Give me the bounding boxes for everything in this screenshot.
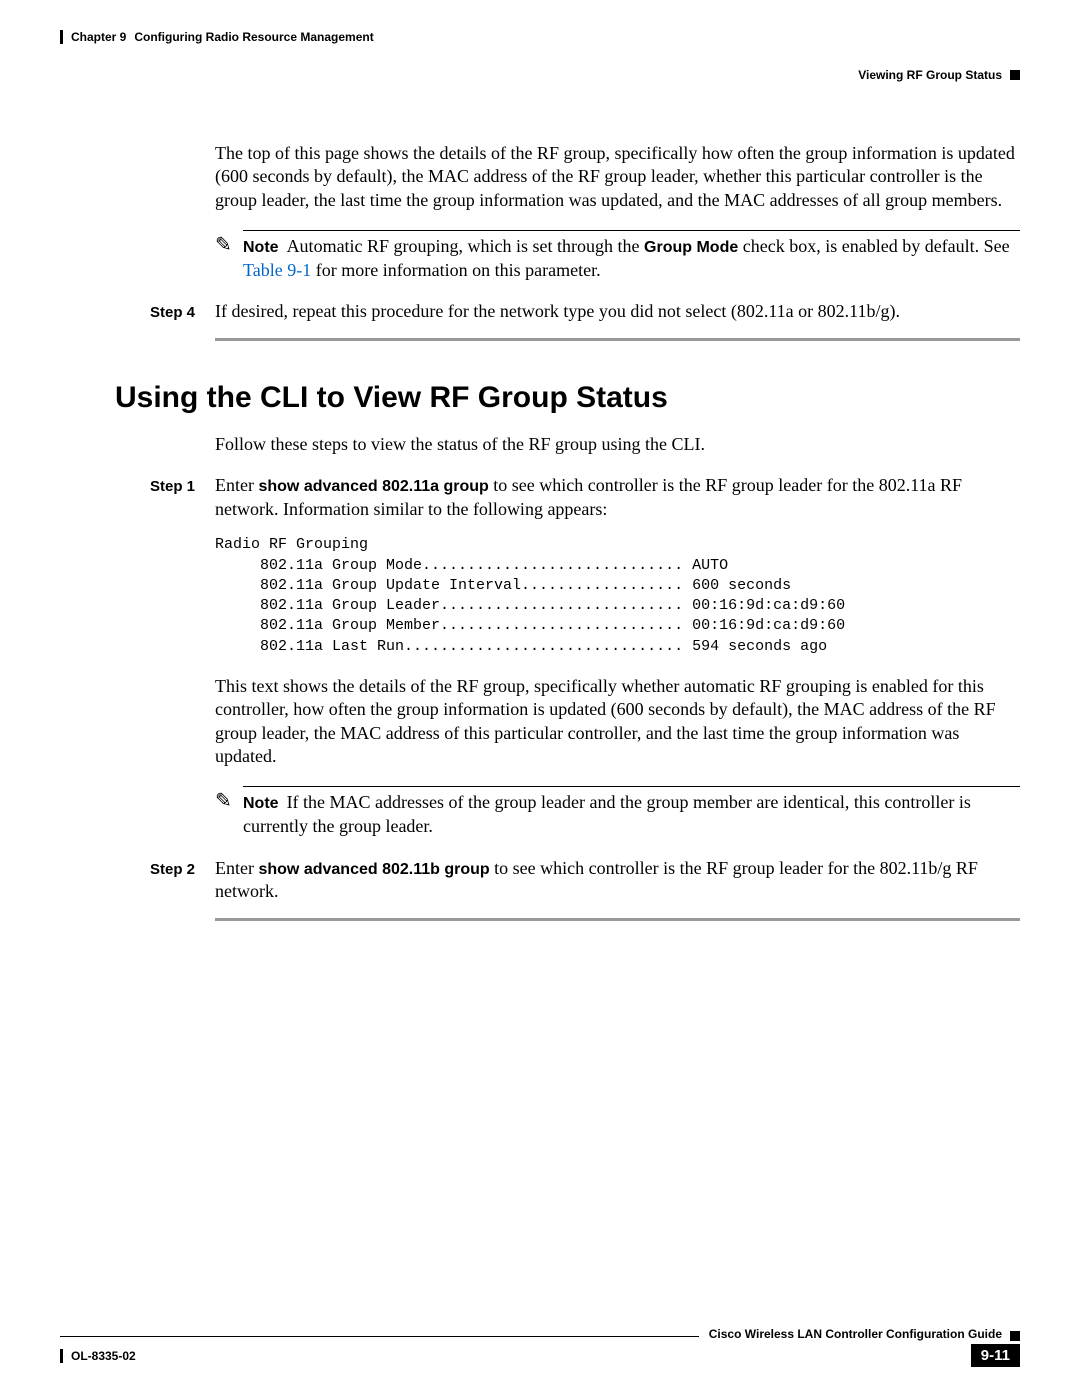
step-1-row: Step 1 Enter show advanced 802.11a group…: [150, 474, 1020, 521]
header-left: Chapter 9 Configuring Radio Resource Man…: [60, 30, 374, 44]
note-pencil-icon: ✎: [215, 786, 243, 813]
running-header: Chapter 9 Configuring Radio Resource Man…: [60, 30, 1020, 82]
running-footer: Cisco Wireless LAN Controller Configurat…: [60, 1327, 1020, 1367]
note-block-1: ✎ Note Automatic RF grouping, which is se…: [215, 230, 1020, 282]
step-2-row: Step 2 Enter show advanced 802.11b group…: [150, 857, 1020, 904]
step1-bold: show advanced 802.11a group: [258, 478, 488, 495]
footer-doc-id: OL-8335-02: [71, 1349, 136, 1363]
step-4-label: Step 4: [150, 304, 215, 321]
note1-bold: Group Mode: [644, 239, 738, 256]
step-4-text: If desired, repeat this procedure for th…: [215, 300, 1020, 323]
step1-pre: Enter: [215, 475, 258, 495]
note1-text-before: Automatic RF grouping, which is set thro…: [287, 236, 644, 256]
note-block-2: ✎ NoteIf the MAC addresses of the group …: [215, 786, 1020, 838]
table-link[interactable]: Table 9-1: [243, 260, 311, 280]
intro-paragraph: The top of this page shows the details o…: [215, 142, 1020, 212]
footer-rule: [60, 1336, 699, 1337]
step2-bold: show advanced 802.11b group: [258, 861, 489, 878]
step-1-label: Step 1: [150, 478, 215, 495]
header-bar-icon: [60, 30, 63, 44]
follow-text: Follow these steps to view the status of…: [215, 433, 1020, 456]
chapter-label: Chapter 9: [71, 30, 126, 44]
step-1-text: Enter show advanced 802.11a group to see…: [215, 474, 1020, 521]
footer-guide-title: Cisco Wireless LAN Controller Configurat…: [709, 1327, 1002, 1341]
footer-square-icon: [1010, 1331, 1020, 1341]
note2-text: If the MAC addresses of the group leader…: [243, 792, 971, 836]
page: Chapter 9 Configuring Radio Resource Man…: [0, 0, 1080, 1397]
page-number: 9-11: [971, 1344, 1020, 1367]
header-right: Viewing RF Group Status: [858, 68, 1020, 82]
explain-paragraph: This text shows the details of the RF gr…: [215, 675, 1020, 769]
step-2-label: Step 2: [150, 861, 215, 878]
step-4-row: Step 4 If desired, repeat this procedure…: [150, 300, 1020, 323]
chapter-title: Configuring Radio Resource Management: [134, 30, 373, 44]
note-label: Note: [243, 795, 279, 812]
section-divider: [215, 338, 1020, 341]
content: The top of this page shows the details o…: [60, 142, 1020, 921]
note-label: Note: [243, 239, 279, 256]
note-rule: [243, 230, 1020, 231]
footer-left: OL-8335-02: [60, 1349, 136, 1363]
note-pencil-icon: ✎: [215, 230, 243, 257]
section-divider: [215, 918, 1020, 921]
step2-pre: Enter: [215, 858, 258, 878]
note1-text-mid: check box, is enabled by default. See: [738, 236, 1009, 256]
section-title: Viewing RF Group Status: [858, 68, 1002, 82]
note-rule: [243, 786, 1020, 787]
note1-text-after: for more information on this parameter.: [311, 260, 600, 280]
section-heading: Using the CLI to View RF Group Status: [115, 381, 1020, 415]
footer-bar-icon: [60, 1349, 63, 1363]
header-square-icon: [1010, 70, 1020, 80]
step-2-text: Enter show advanced 802.11b group to see…: [215, 857, 1020, 904]
cli-output: Radio RF Grouping 802.11a Group Mode....…: [215, 535, 1020, 657]
